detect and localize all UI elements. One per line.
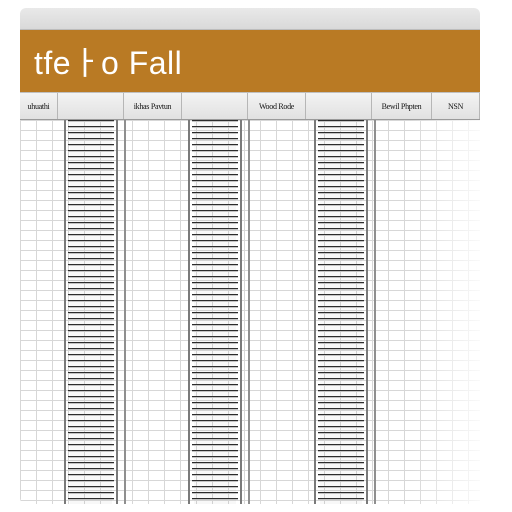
column-separator — [248, 120, 250, 504]
spreadsheet-grid[interactable] — [20, 120, 480, 504]
ruled-column — [182, 120, 248, 504]
title-bar: tfeㅏo Fall — [20, 30, 480, 92]
column-header[interactable]: Wood Rode — [248, 93, 306, 119]
column-header[interactable]: Bewil Phpten — [372, 93, 432, 119]
column-separator — [374, 120, 376, 504]
column-header[interactable] — [306, 93, 372, 119]
title-text: tfeㅏo Fall — [34, 38, 182, 84]
ruled-column — [58, 120, 124, 504]
column-header[interactable] — [58, 93, 124, 119]
column-header-row: uhuathi ikhas Pavtun Wood Rode Bewil Php… — [20, 92, 480, 120]
column-header[interactable]: ikhas Pavtun — [124, 93, 182, 119]
column-header[interactable]: NSN — [432, 93, 480, 119]
column-separator — [124, 120, 126, 504]
app-window: tfeㅏo Fall uhuathi ikhas Pavtun Wood Rod… — [20, 8, 480, 504]
ruled-column — [308, 120, 374, 504]
column-header[interactable]: uhuathi — [20, 93, 58, 119]
window-chrome-top — [20, 8, 480, 30]
column-header[interactable] — [182, 93, 248, 119]
